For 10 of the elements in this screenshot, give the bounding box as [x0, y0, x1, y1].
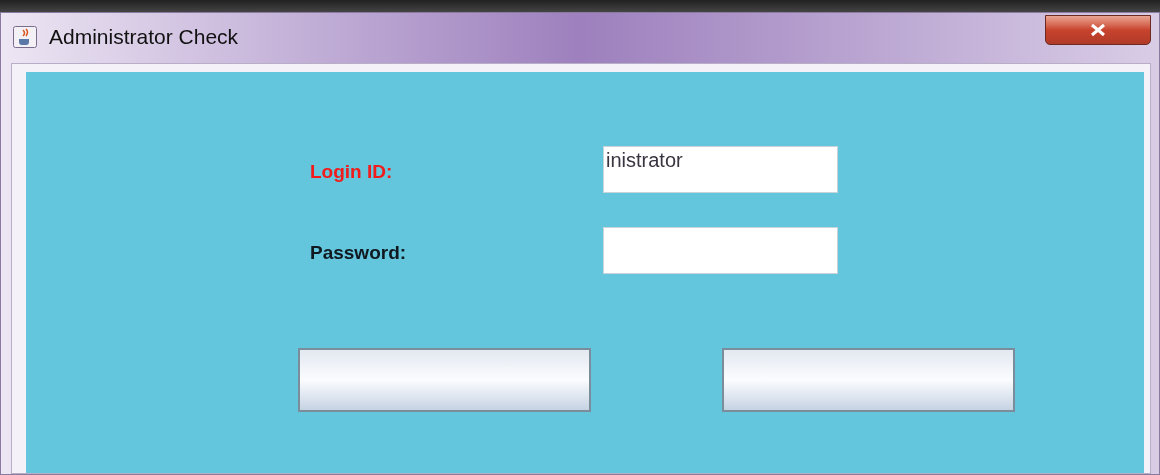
coffee-cup-icon — [13, 26, 37, 48]
close-button[interactable] — [1045, 15, 1151, 45]
field-label: Password: — [310, 240, 408, 265]
blank-button[interactable] — [722, 348, 1015, 412]
input-field[interactable] — [603, 227, 838, 274]
blank-button[interactable] — [298, 348, 591, 412]
input-field[interactable]: inistrator — [603, 146, 838, 193]
field-label: Login ID: — [310, 159, 394, 184]
close-icon — [1089, 23, 1107, 37]
window-title: Administrator Check — [49, 24, 239, 51]
